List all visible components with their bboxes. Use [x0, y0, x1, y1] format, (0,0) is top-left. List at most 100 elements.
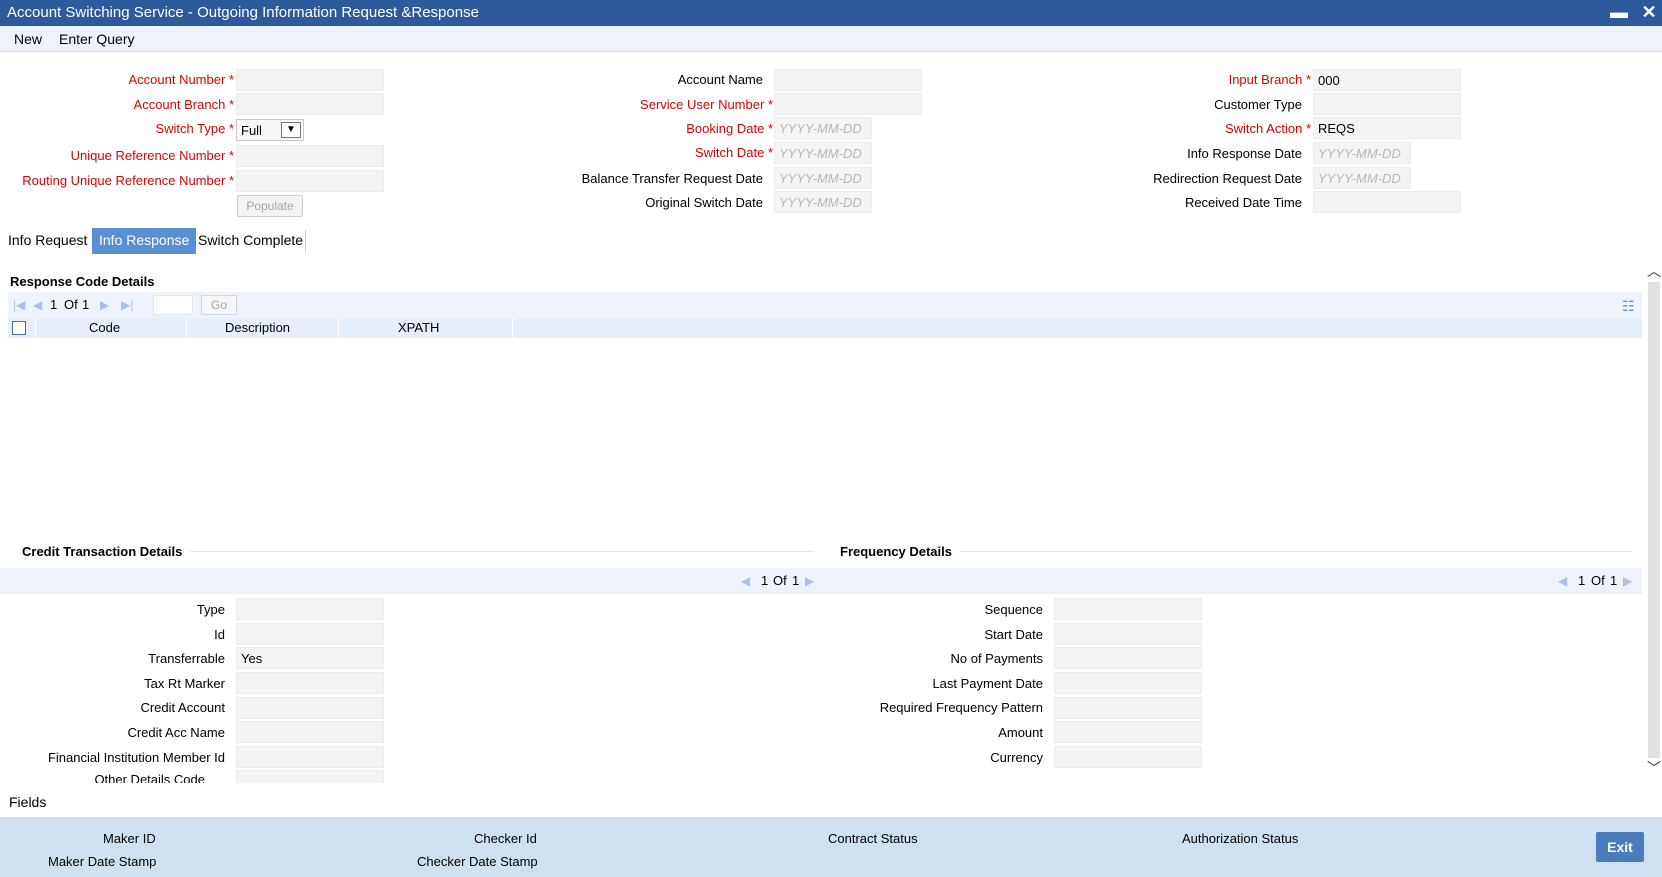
menu-new[interactable]: New: [14, 31, 42, 47]
switch-type-label: Switch Type *: [155, 121, 234, 136]
type-field[interactable]: [236, 598, 384, 620]
account-name-label: Account Name: [677, 72, 763, 87]
customer-type-label: Customer Type: [1214, 97, 1302, 112]
sequence-field[interactable]: [1054, 598, 1202, 620]
routing-reference-field[interactable]: [236, 170, 384, 192]
credit-page-of: Of: [773, 573, 787, 588]
no-of-payments-field[interactable]: [1054, 647, 1202, 669]
frequency-next-icon[interactable]: ▶: [1623, 574, 1632, 588]
other-details-code-label: Other Details Code: [94, 772, 205, 783]
account-name-field[interactable]: [774, 69, 922, 91]
authorization-status-label: Authorization Status: [1182, 831, 1299, 846]
scroll-down-icon[interactable]: ﹀: [1646, 758, 1662, 776]
response-code-title: Response Code Details: [10, 274, 155, 289]
required-frequency-pattern-field[interactable]: [1054, 697, 1202, 719]
amount-label: Amount: [998, 725, 1043, 740]
last-payment-date-field[interactable]: [1054, 672, 1202, 694]
original-switch-date-field[interactable]: YYYY-MM-DD: [774, 191, 872, 213]
populate-button[interactable]: Populate: [237, 195, 303, 217]
required-frequency-pattern-label: Required Frequency Pattern: [879, 700, 1043, 715]
transferrable-label: Transferrable: [148, 651, 225, 666]
service-user-number-field[interactable]: [774, 93, 922, 115]
fi-member-id-label: Financial Institution Member Id: [47, 750, 225, 765]
page-total: 1: [82, 297, 90, 312]
frequency-page-current: 1: [1578, 573, 1586, 588]
select-all-checkbox[interactable]: [12, 321, 26, 335]
other-details-code-field[interactable]: [236, 770, 384, 783]
redirection-date-field[interactable]: YYYY-MM-DD: [1313, 167, 1411, 189]
account-number-field[interactable]: [236, 69, 384, 91]
transferrable-field[interactable]: Yes: [236, 647, 384, 669]
column-code[interactable]: Code: [89, 320, 120, 335]
credit-next-icon[interactable]: ▶: [805, 574, 814, 588]
credit-acc-name-field[interactable]: [236, 721, 384, 743]
frequency-page-of: Of: [1591, 573, 1605, 588]
clipped-row: Other Details Code: [0, 770, 1642, 783]
page-number-input[interactable]: [153, 295, 193, 315]
credit-account-field[interactable]: [236, 697, 384, 719]
response-code-pager: |◀ ◀ 1 Of 1 ▶ ▶| Go ☷: [8, 292, 1642, 318]
title-bar: Account Switching Service - Outgoing Inf…: [0, 0, 1662, 26]
switch-date-label: Switch Date *: [694, 145, 773, 160]
start-date-label: Start Date: [984, 627, 1043, 642]
tab-info-request[interactable]: Info Request: [1, 228, 94, 254]
account-branch-field[interactable]: [236, 93, 384, 115]
booking-date-field[interactable]: YYYY-MM-DD: [774, 117, 872, 139]
maker-date-stamp-label: Maker Date Stamp: [48, 854, 157, 869]
no-of-payments-label: No of Payments: [950, 651, 1044, 666]
exit-button[interactable]: Exit: [1596, 832, 1644, 862]
previous-page-icon[interactable]: ◀: [33, 298, 42, 312]
credit-acc-name-label: Credit Acc Name: [127, 725, 225, 740]
checker-date-stamp-label: Checker Date Stamp: [417, 854, 538, 869]
id-label: Id: [214, 627, 225, 642]
scroll-up-icon[interactable]: ︿: [1646, 261, 1662, 279]
start-date-field[interactable]: [1054, 623, 1202, 645]
fi-member-id-field[interactable]: [236, 746, 384, 768]
balance-transfer-date-field[interactable]: YYYY-MM-DD: [774, 167, 872, 189]
first-page-icon[interactable]: |◀: [13, 298, 25, 312]
switch-type-value: Full: [241, 123, 262, 138]
column-divider: [338, 318, 339, 338]
tab-divider: [305, 230, 306, 252]
close-icon[interactable]: ✕: [1638, 1, 1660, 23]
unique-reference-label: Unique Reference Number *: [70, 148, 234, 163]
go-button[interactable]: Go: [201, 295, 237, 315]
page-current: 1: [50, 297, 58, 312]
next-page-icon[interactable]: ▶: [100, 298, 109, 312]
column-settings-icon[interactable]: ☷: [1622, 298, 1635, 315]
balance-transfer-date-label: Balance Transfer Request Date: [581, 171, 763, 186]
tab-switch-complete[interactable]: Switch Complete: [191, 228, 310, 254]
checker-id-label: Checker Id: [474, 831, 537, 846]
frequency-page-total: 1: [1610, 573, 1618, 588]
detail-pager-bar: ◀ 1 Of 1 ▶ ◀ 1 Of 1 ▶: [0, 568, 1642, 594]
customer-type-field[interactable]: [1313, 93, 1461, 115]
switch-type-select[interactable]: Full ▼: [236, 119, 304, 141]
tab-info-response[interactable]: Info Response: [92, 228, 197, 254]
switch-action-field[interactable]: REQS: [1313, 117, 1461, 139]
column-xpath[interactable]: XPATH: [398, 320, 439, 335]
input-branch-field[interactable]: 000: [1313, 69, 1461, 91]
credit-transaction-title: Credit Transaction Details: [22, 544, 183, 559]
currency-field[interactable]: [1054, 746, 1202, 768]
id-field[interactable]: [236, 623, 384, 645]
last-page-icon[interactable]: ▶|: [121, 298, 133, 312]
tax-rt-marker-field[interactable]: [236, 672, 384, 694]
credit-title-divider: [190, 551, 814, 552]
vertical-scrollbar[interactable]: ︿ ﹀: [1646, 260, 1662, 780]
received-date-time-field[interactable]: [1313, 191, 1461, 213]
column-divider: [186, 318, 187, 338]
scrollbar-track[interactable]: [1648, 282, 1660, 758]
info-response-date-field[interactable]: YYYY-MM-DD: [1313, 142, 1411, 164]
credit-page-current: 1: [761, 573, 769, 588]
switch-date-field[interactable]: YYYY-MM-DD: [774, 142, 872, 164]
amount-field[interactable]: [1054, 721, 1202, 743]
column-description[interactable]: Description: [225, 320, 290, 335]
menu-enter-query[interactable]: Enter Query: [59, 31, 134, 47]
fields-link[interactable]: Fields: [9, 794, 46, 810]
credit-previous-icon[interactable]: ◀: [741, 574, 750, 588]
frequency-previous-icon[interactable]: ◀: [1558, 574, 1567, 588]
unique-reference-field[interactable]: [236, 145, 384, 167]
minimize-icon[interactable]: ▬: [1608, 1, 1630, 23]
original-switch-date-label: Original Switch Date: [645, 195, 763, 210]
routing-reference-label: Routing Unique Reference Number *: [22, 173, 234, 188]
